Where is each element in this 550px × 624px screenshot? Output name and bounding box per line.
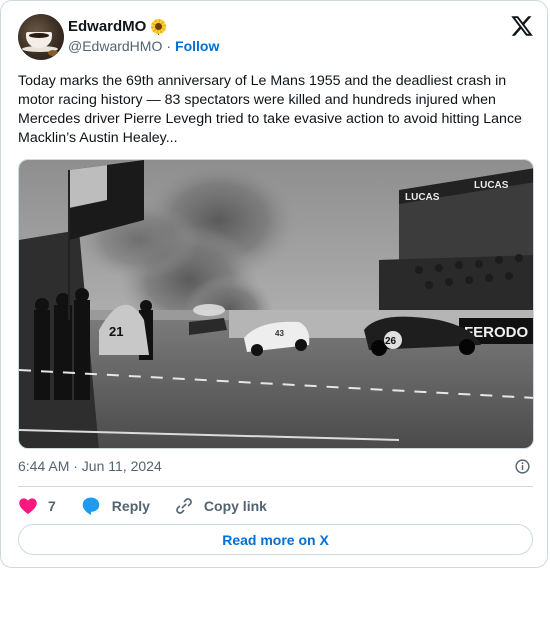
like-count: 7 <box>48 498 56 514</box>
separator-dot: · <box>166 38 172 54</box>
copy-link-button[interactable]: Copy link <box>174 496 267 516</box>
author-handle[interactable]: @EdwardHMO <box>68 38 162 54</box>
reply-label: Reply <box>111 498 150 514</box>
car-number-right: 26 <box>385 336 397 347</box>
banner-text-right: LUCAS <box>474 180 509 191</box>
car-number-left: 21 <box>109 324 123 339</box>
tweet-timestamp[interactable]: 6:44 AM · Jun 11, 2024 <box>18 458 162 474</box>
avatar[interactable] <box>18 14 64 60</box>
reply-bubble-icon <box>82 497 100 515</box>
x-logo-icon[interactable] <box>510 14 534 38</box>
banner-text-left: LUCAS <box>405 192 440 203</box>
heart-icon <box>19 498 37 514</box>
le-mans-photo: LUCAS LUCAS FERODO 21 43 26 <box>19 160 533 448</box>
like-button[interactable]: 7 <box>18 496 56 516</box>
sunflower-icon <box>151 19 167 35</box>
author-handle-row: @EdwardHMO · Follow <box>68 38 219 54</box>
tweet-text: Today marks the 69th anniversary of Le M… <box>18 73 522 146</box>
tweet-actions: 7 Reply Copy link <box>18 495 291 517</box>
reply-button[interactable]: Reply <box>80 495 150 517</box>
link-icon <box>176 498 192 514</box>
tweet-photo[interactable]: LUCAS LUCAS FERODO 21 43 26 <box>18 159 534 449</box>
read-more-button[interactable]: Read more on X <box>18 524 533 555</box>
author-display-name[interactable]: EdwardMO <box>68 18 146 35</box>
follow-button[interactable]: Follow <box>175 38 219 54</box>
author-name-row[interactable]: EdwardMO <box>68 18 167 35</box>
tweet-card: EdwardMO @EdwardHMO · Follow Today marks… <box>0 0 548 568</box>
info-icon[interactable] <box>514 458 531 475</box>
divider <box>18 486 533 487</box>
copy-link-label: Copy link <box>203 498 267 514</box>
car-number-center: 43 <box>275 329 284 338</box>
